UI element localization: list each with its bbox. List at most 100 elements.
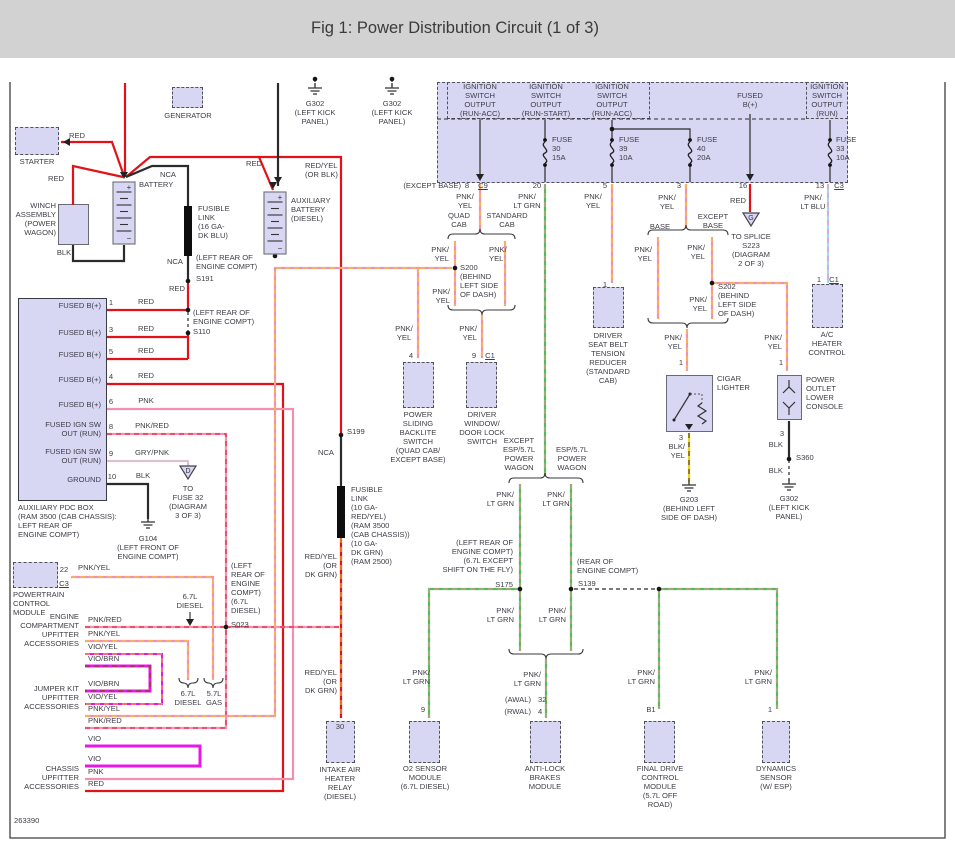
label-fusible-link-16-ga-dk-blu: FUSIBLE LINK (16 GA- DK BLU)	[198, 204, 230, 240]
label-pnk: PNK	[138, 396, 154, 405]
label-anti-lock-brakes-module: ANTI-LOCK BRAKES MODULE	[524, 764, 566, 791]
label-nca: NCA	[166, 257, 183, 266]
battery-icon	[263, 191, 287, 255]
label-left-rear-of-engine-compt: (LEFT REAR OF ENGINE COMPT)	[196, 253, 258, 271]
battery-icon	[112, 181, 136, 245]
splice-dot	[709, 280, 715, 286]
wire	[107, 459, 190, 466]
label-pnk-yel: PNK/ YEL	[689, 295, 707, 313]
label-vio: VIO	[88, 754, 102, 763]
label-red: RED	[137, 346, 155, 355]
label-pnk: PNK	[88, 767, 104, 776]
label-ignition-switch-output-run: IGNITION SWITCH OUTPUT (RUN)	[810, 82, 844, 118]
label-red: RED	[47, 174, 65, 183]
wire-stripe	[659, 588, 778, 709]
label-red: RED	[137, 297, 155, 306]
arrowhead-icon	[186, 619, 194, 626]
ground-icon	[782, 479, 796, 491]
figure-title: Fig 1: Power Distribution Circuit (1 of …	[311, 19, 599, 37]
ground-icon	[308, 83, 322, 95]
label-jumper-kit-upfitter-accessories: JUMPER KIT UPFITTER ACCESSORIES	[24, 684, 79, 711]
variant-brace	[447, 228, 516, 240]
label-except-base: EXCEPT BASE	[697, 212, 729, 230]
variant-brace	[508, 472, 584, 484]
label-1: 1	[767, 705, 773, 714]
splice-dot	[185, 307, 191, 313]
label-engine-compartment-upfitter-accessor: ENGINE COMPARTMENT UPFITTER ACCESSORIES	[20, 612, 79, 648]
label-standard-cab: STANDARD CAB	[486, 211, 528, 229]
figure-title-bar: Fig 1: Power Distribution Circuit (1 of …	[0, 0, 955, 58]
splice-dot	[338, 432, 344, 438]
label-red-yel-or-dk-grn: RED/YEL (OR DK GRN)	[304, 552, 338, 579]
label-1: 1	[678, 358, 684, 367]
splice-dot	[786, 456, 792, 462]
label-vio-brn: VIO/BRN	[88, 679, 120, 688]
dynamics-sensor-box	[762, 721, 790, 763]
label-s139: S139	[578, 579, 596, 588]
anti-lock-brakes-module-box	[530, 721, 561, 763]
label-pnk-yel: PNK/ YEL	[431, 245, 449, 263]
label-to-fuse-32-diagram-3-of-3: TO FUSE 32 (DIAGRAM 3 OF 3)	[169, 484, 207, 520]
label-power-outlet-lower-console: POWER OUTLET LOWER CONSOLE	[806, 375, 844, 411]
label-s191: S191	[196, 274, 214, 283]
final-drive-control-module-box	[644, 721, 675, 763]
label-dynamics-sensor-w-esp: DYNAMICS SENSOR (W/ ESP)	[755, 764, 797, 791]
label-nca: NCA	[159, 170, 177, 179]
label-g302-left-kick-panel: G302 (LEFT KICK PANEL)	[768, 494, 810, 521]
label-fuse-40-20a: FUSE 40 20A	[697, 135, 718, 162]
label-to-splice-s223-diagram-2-of-3: TO SPLICE S223 (DIAGRAM 2 OF 3)	[731, 232, 771, 268]
power-sliding-backlite-switch-box	[403, 362, 434, 408]
splice-dot	[223, 624, 229, 630]
label-9: 9	[420, 705, 426, 714]
variant-brace	[647, 317, 729, 329]
battery-plus: +	[278, 193, 283, 202]
splice-dot	[568, 586, 574, 592]
label-blk: BLK	[135, 471, 151, 480]
label-1: 1	[778, 358, 784, 367]
label-3: 3	[779, 429, 785, 438]
label-pnk-lt-blu: PNK/ LT BLU	[800, 193, 826, 211]
cigar-lighter-box	[666, 375, 713, 432]
label-generator: GENERATOR	[164, 111, 212, 120]
splice-dot	[452, 265, 458, 271]
label-vio-yel: VIO/YEL	[88, 692, 118, 701]
label-c1: C1	[485, 351, 495, 360]
label-6-7l-diesel: 6.7L DIESEL	[176, 592, 204, 610]
label-nca: NCA	[317, 448, 334, 457]
driver-window-door-lock-switch-box	[466, 362, 497, 408]
label-fuse-30-15a: FUSE 30 15A	[552, 135, 573, 162]
label-battery: BATTERY	[139, 180, 174, 189]
label-pnk-yel: PNK/ YEL	[687, 243, 705, 261]
label-red: RED	[137, 324, 155, 333]
label-blk: BLK	[56, 248, 72, 257]
label-awal: (AWAL)	[504, 695, 531, 704]
label-pnk-lt-grn: PNK/ LT GRN	[538, 606, 566, 624]
label-pnk-yel: PNK/ YEL	[432, 287, 450, 305]
label-esp-5-7l-power-wagon: ESP/5.7L POWER WAGON	[555, 445, 589, 472]
wire	[659, 587, 779, 709]
label-a-c-heater-control: A/C HEATER CONTROL	[808, 330, 846, 357]
label-c1: C1	[829, 275, 839, 284]
label-s023: S023	[231, 620, 249, 629]
label-red: RED	[68, 131, 86, 140]
ac-heater-control-box	[812, 284, 843, 328]
label-pnk-yel: PNK/YEL	[78, 563, 111, 572]
label-pnk-lt-grn: PNK/ LT GRN	[402, 668, 430, 686]
label-pnk-yel: PNK/YEL	[88, 629, 121, 638]
label-chassis-upfitter-accessories: CHASSIS UPFITTER ACCESSORIES	[24, 764, 79, 791]
label-s200-behind-left-side-of-dash: S200 (BEHIND LEFT SIDE OF DASH)	[460, 263, 499, 299]
label-pnk-yel: PNK/ YEL	[764, 333, 782, 351]
ground-icon	[385, 83, 399, 95]
variant-brace	[447, 304, 516, 316]
label-s202-behind-left-side-of-dash: S202 (BEHIND LEFT SIDE OF DASH)	[718, 282, 757, 318]
label-pnk-yel: PNK/YEL	[88, 704, 121, 713]
label-left-rear-of-engine-compt: (LEFT REAR OF ENGINE COMPT)	[193, 308, 255, 326]
label-pnk-lt-grn: PNK/ LT GRN	[542, 490, 570, 508]
label-left-rear-of-engine-compt-6-7l-excep: (LEFT REAR OF ENGINE COMPT) (6.7L EXCEPT…	[442, 538, 513, 574]
splice-dot	[185, 278, 191, 284]
label-starter: STARTER	[19, 157, 55, 166]
label-red: RED	[88, 779, 105, 788]
label-fuse-39-10a: FUSE 39 10A	[619, 135, 640, 162]
label-s110: S110	[193, 327, 211, 336]
label-o2-sensor-module-6-7l-diesel: O2 SENSOR MODULE (6.7L DIESEL)	[400, 764, 450, 791]
